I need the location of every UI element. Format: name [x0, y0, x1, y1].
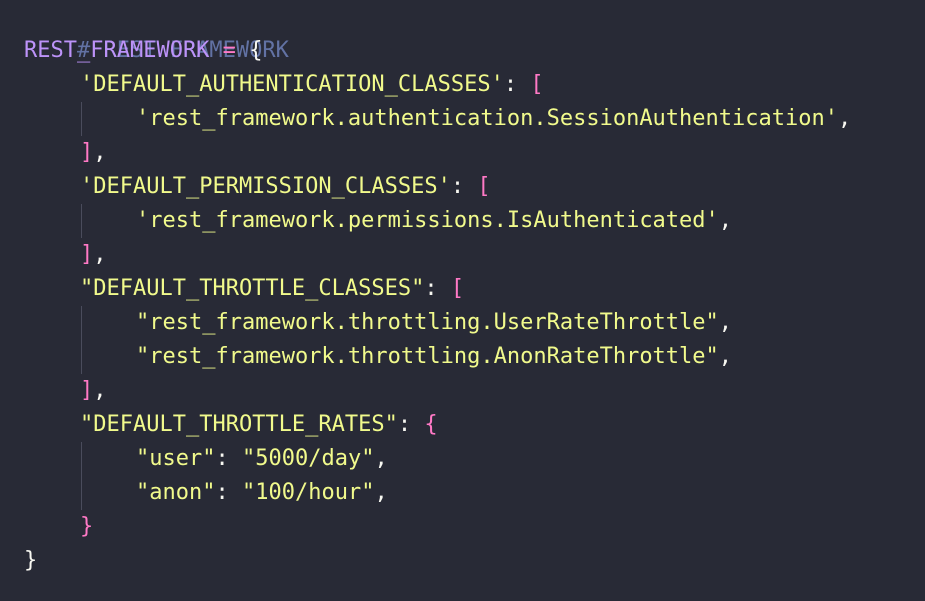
- close-bracket: ]: [80, 378, 94, 403]
- code-line-15[interactable]: "anon": "100/hour",: [24, 476, 388, 510]
- colon: :: [424, 276, 451, 301]
- open-bracket: [: [477, 174, 491, 199]
- comma: ,: [718, 310, 733, 335]
- comma: ,: [93, 242, 107, 267]
- inner-open-brace: {: [424, 412, 438, 437]
- auth-value: 'rest_framework.authentication.SessionAu…: [136, 106, 838, 131]
- open-bracket: [: [530, 72, 544, 97]
- comma: ,: [374, 446, 388, 471]
- code-line-9[interactable]: "DEFAULT_THROTTLE_CLASSES": [: [24, 272, 464, 306]
- code-line-17[interactable]: }: [24, 544, 37, 578]
- code-editor[interactable]: # REST FRAMEWORK REST_FRAMEWORK = { 'DEF…: [0, 0, 925, 601]
- colon: :: [397, 412, 425, 437]
- throttle-value-2: "rest_framework.throttling.AnonRateThrot…: [136, 344, 719, 369]
- throttle-value-1: "rest_framework.throttling.UserRateThrot…: [136, 310, 719, 335]
- close-bracket: ]: [80, 242, 94, 267]
- comma: ,: [93, 140, 107, 165]
- perm-key: 'DEFAULT_PERMISSION_CLASSES': [80, 174, 451, 199]
- code-line-1[interactable]: # REST FRAMEWORK: [24, 0, 289, 63]
- rate-anon-key: "anon": [136, 480, 216, 505]
- code-line-6[interactable]: 'DEFAULT_PERMISSION_CLASSES': [: [24, 170, 491, 204]
- code-line-4[interactable]: 'rest_framework.authentication.SessionAu…: [24, 102, 851, 136]
- rate-anon-value: "100/hour": [241, 480, 375, 505]
- code-line-7[interactable]: 'rest_framework.permissions.IsAuthentica…: [24, 204, 732, 238]
- code-line-10[interactable]: "rest_framework.throttling.UserRateThrot…: [24, 306, 732, 340]
- variable-name: REST_FRAMEWORK: [24, 38, 210, 63]
- code-line-16[interactable]: }: [24, 510, 93, 544]
- rate-user-value: "5000/day": [241, 446, 375, 471]
- close-brace: }: [24, 548, 38, 573]
- colon: :: [215, 446, 242, 471]
- colon: :: [503, 72, 531, 97]
- close-bracket: ]: [80, 140, 94, 165]
- open-brace: {: [249, 38, 263, 63]
- code-line-2[interactable]: REST_FRAMEWORK = {: [24, 34, 262, 68]
- rates-key: "DEFAULT_THROTTLE_RATES": [80, 412, 398, 437]
- code-line-14[interactable]: "user": "5000/day",: [24, 442, 388, 476]
- open-bracket: [: [450, 276, 465, 301]
- colon: :: [215, 480, 242, 505]
- comma: ,: [93, 378, 107, 403]
- colon: :: [450, 174, 478, 199]
- code-line-5[interactable]: ],: [24, 136, 107, 170]
- assign-operator: =: [209, 38, 250, 63]
- comma: ,: [718, 344, 733, 369]
- comma: ,: [374, 480, 388, 505]
- code-line-12[interactable]: ],: [24, 374, 107, 408]
- rate-user-key: "user": [136, 446, 216, 471]
- comma: ,: [838, 106, 852, 131]
- auth-key: 'DEFAULT_AUTHENTICATION_CLASSES': [80, 72, 504, 97]
- inner-close-brace: }: [80, 514, 94, 539]
- perm-value: 'rest_framework.permissions.IsAuthentica…: [136, 208, 719, 233]
- comma: ,: [718, 208, 733, 233]
- code-line-3[interactable]: 'DEFAULT_AUTHENTICATION_CLASSES': [: [24, 68, 544, 102]
- throttle-key: "DEFAULT_THROTTLE_CLASSES": [80, 276, 425, 301]
- code-line-11[interactable]: "rest_framework.throttling.AnonRateThrot…: [24, 340, 732, 374]
- code-line-8[interactable]: ],: [24, 238, 107, 272]
- code-line-13[interactable]: "DEFAULT_THROTTLE_RATES": {: [24, 408, 438, 442]
